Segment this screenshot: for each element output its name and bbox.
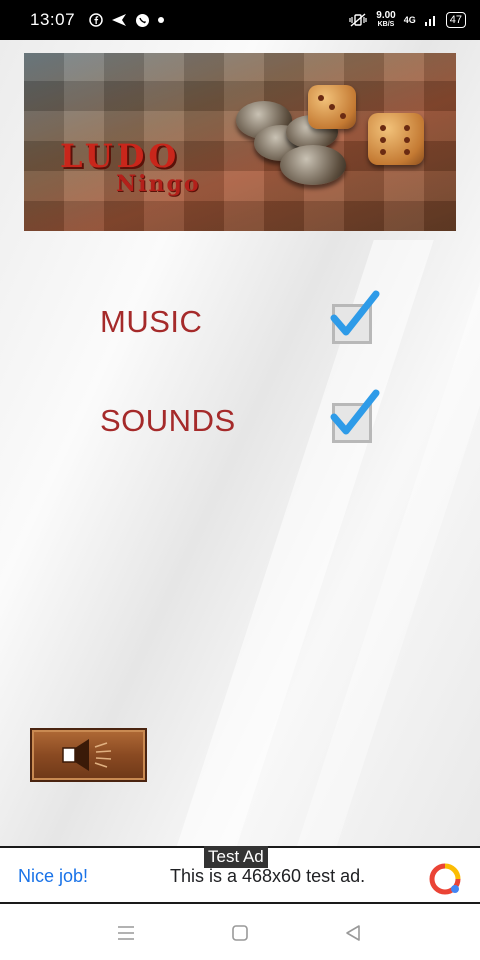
- more-notifications-dot: [158, 17, 165, 23]
- music-setting-row: MUSIC: [100, 290, 390, 350]
- logo-ningo: Ningo: [116, 171, 201, 197]
- home-icon[interactable]: [229, 922, 251, 944]
- coin-piece: [280, 145, 346, 185]
- net-speed: 9.00 KB/S: [376, 10, 396, 29]
- speaker-icon: [61, 739, 111, 771]
- sounds-label: SOUNDS: [100, 403, 236, 438]
- settings-screen: LUDO Ningo MUSIC SOUNDS: [0, 40, 480, 846]
- ad-tag: Test Ad: [204, 846, 268, 868]
- speaker-button[interactable]: [30, 728, 147, 782]
- battery-indicator: 47: [445, 12, 466, 28]
- die: [308, 85, 356, 129]
- menu-icon[interactable]: [115, 922, 137, 944]
- notification-icons: [89, 13, 165, 28]
- ad-nice-job[interactable]: Nice job!: [18, 866, 88, 887]
- die: [368, 113, 424, 165]
- network-type: 4G: [403, 15, 416, 25]
- sounds-setting-row: SOUNDS: [100, 389, 390, 449]
- vibrate-icon: [349, 13, 367, 27]
- whatsapp-icon: [136, 13, 150, 27]
- game-banner: LUDO Ningo: [24, 53, 456, 231]
- ad-banner[interactable]: Test Ad Nice job! This is a 468x60 test …: [0, 846, 480, 904]
- status-bar: 13:07 9.00 KB/S 4G 47: [0, 0, 480, 40]
- system-icons: 9.00 KB/S 4G 47: [348, 11, 466, 29]
- facebook-icon: [89, 13, 103, 27]
- ad-logo-icon[interactable]: [428, 862, 462, 896]
- ad-text[interactable]: This is a 468x60 test ad.: [170, 866, 365, 887]
- signal-icon: [424, 16, 435, 26]
- back-icon[interactable]: [342, 922, 364, 944]
- checkmark-icon: [330, 389, 380, 435]
- logo-ludo: LUDO: [60, 137, 181, 175]
- system-nav-bar: [0, 904, 480, 960]
- status-time: 13:07: [30, 10, 76, 29]
- music-label: MUSIC: [100, 304, 203, 339]
- checkmark-icon: [330, 290, 380, 336]
- send-icon: [112, 14, 127, 26]
